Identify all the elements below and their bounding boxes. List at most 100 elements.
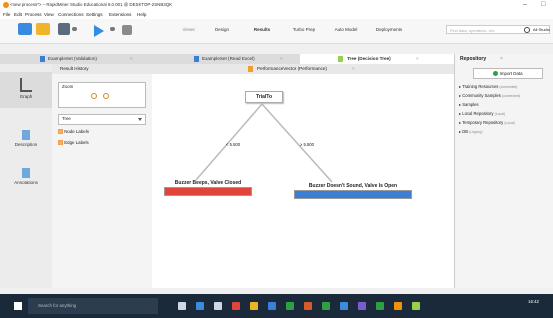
repo-item-db[interactable]: ▸ DB (Legacy) [459,129,482,134]
edge-labels-checkbox[interactable]: ✓ Edge Labels [58,140,89,145]
save-dropdown-icon[interactable] [72,27,77,31]
menu-help[interactable]: Help [137,12,146,17]
view-sidebar: Graph Description Annotations [0,64,52,288]
app-icon[interactable] [358,302,366,310]
perspective-auto-model[interactable]: Auto Model [327,25,365,35]
add-icon [493,71,499,77]
repo-item-temporary[interactable]: ▸ Temporary Repository (Local) [459,120,515,125]
result-history-bar: Result History PerformanceVector (Perfor… [52,64,454,74]
close-icon[interactable]: × [130,54,133,64]
excel-icon[interactable] [286,302,294,310]
app-icon[interactable] [376,302,384,310]
chrome-icon[interactable] [232,302,240,310]
app-icon[interactable] [322,302,330,310]
close-icon[interactable]: × [500,56,503,62]
menu-connections[interactable]: Connections [58,12,84,17]
performance-icon [248,66,253,72]
save-icon[interactable] [58,23,70,35]
performance-tab[interactable]: PerformanceVector (Performance) [257,66,327,71]
windows-start-icon[interactable] [14,302,22,310]
tab-exampleset-read-excel[interactable]: ExampleSet (Read Excel) × [150,54,300,64]
perspective-deployments[interactable]: Deployments [369,25,409,35]
import-data-label: Import Data [499,71,523,76]
result-history-tab[interactable]: Result History [60,66,89,71]
menu-settings[interactable]: Settings [86,12,103,17]
close-icon[interactable]: × [416,54,419,64]
import-data-button[interactable]: Import Data [473,68,543,79]
tree-root-node[interactable]: TrialTo [245,91,283,103]
clock: 16:42 [528,299,539,304]
perspective-turbo-prep[interactable]: Turbo Prep [286,25,322,35]
repo-item-training[interactable]: ▸ Training Resources (connected) [459,84,517,89]
repo-item-status: (Local) [504,121,515,125]
run-icon[interactable] [94,25,104,37]
repository-panel: Repository × Import Data ▸ Training Reso… [454,54,553,288]
repo-item-label: Training Resources [462,84,499,89]
graph-icon [20,78,32,92]
store-icon[interactable] [214,302,222,310]
leaf-node-right[interactable]: Buzzer Doesn't Sound, Valve Is Open [294,183,412,199]
menu-process[interactable]: Process [25,12,42,17]
chevron-down-icon [138,118,142,121]
open-folder-icon[interactable] [36,23,50,35]
nav-annotations[interactable]: Annotations [0,168,52,194]
zoom-out-icon[interactable] [103,93,109,99]
mail-icon[interactable] [340,302,348,310]
maximize-button[interactable]: □ [541,1,545,8]
leaf-left-label: Buzzer Beeps, Valve Closed [174,180,242,186]
checkbox-checked-icon: ✓ [58,129,63,134]
repo-item-status: (Legacy) [469,130,483,134]
repo-item-community[interactable]: ▸ Community Samples (connected) [459,93,520,98]
tab-exampleset-validation[interactable]: ExampleSet (Validation) × [0,54,150,64]
menu-extensions[interactable]: Extensions [109,12,131,17]
repo-item-label: Temporary Repository [462,120,504,125]
nav-description-label: Description [14,142,38,147]
tab-tree[interactable]: Tree (Decision Tree) × [300,54,454,64]
repo-item-status: (connected) [499,85,518,89]
table-icon [40,56,45,62]
powerpoint-icon[interactable] [304,302,312,310]
all-studio-label[interactable]: All Studio [533,27,550,32]
menu-edit[interactable]: Edit [14,12,22,17]
stop-icon[interactable] [122,25,132,35]
zoom-label: Zoom [62,84,74,89]
repo-item-label: Local Repository [462,111,494,116]
annotation-icon [22,168,30,178]
node-labels-checkbox[interactable]: ✓ Node Labels [58,129,89,134]
zoom-in-icon[interactable] [91,93,97,99]
leaf-right-bar [294,190,412,199]
minimize-button[interactable]: – [523,1,527,8]
close-icon[interactable]: × [280,54,283,64]
menu-view[interactable]: View [44,12,54,17]
word-icon[interactable] [268,302,276,310]
search-icon[interactable] [524,27,530,33]
rapidminer-taskbar-icon[interactable] [394,302,402,310]
taskbar-search[interactable]: Search for anything [28,298,158,314]
tree-graph-canvas[interactable]: TrialTo < 5.500 ≥ 5.500 Buzzer Beeps, Va… [152,74,454,288]
repo-item-samples[interactable]: ▸ Samples [459,102,479,107]
perspective-design[interactable]: Design [207,25,237,35]
repo-item-status: (Local) [494,112,506,116]
edge-browser-icon[interactable] [196,302,204,310]
menu-file[interactable]: File [3,12,10,17]
close-icon[interactable]: × [352,66,355,71]
perspective-results[interactable]: Results [245,25,279,35]
leaf-node-left[interactable]: Buzzer Beeps, Valve Closed [164,180,252,196]
file-explorer-icon[interactable] [250,302,258,310]
nav-description[interactable]: Description [0,130,52,156]
new-process-icon[interactable] [18,23,32,35]
app-icon[interactable] [412,302,420,310]
views-label: Views: [182,27,196,32]
layout-select-value: Tree [62,116,71,121]
run-dropdown-icon[interactable] [110,27,115,31]
taskbar-search-text: Search for anything [38,303,77,308]
tab-label: ExampleSet (Validation) [48,56,97,61]
edge-label-right: ≥ 5.500 [300,142,314,147]
nav-graph[interactable]: Graph [0,72,52,108]
tree-icon [338,56,343,62]
repo-item-local[interactable]: ▸ Local Repository (Local) [459,111,505,116]
layout-select[interactable]: Tree [58,114,146,125]
task-view-icon[interactable] [178,302,186,310]
edge-labels-label: Edge Labels [64,140,89,145]
toolbar: Views: Design Results Turbo Prep Auto Mo… [0,19,553,44]
